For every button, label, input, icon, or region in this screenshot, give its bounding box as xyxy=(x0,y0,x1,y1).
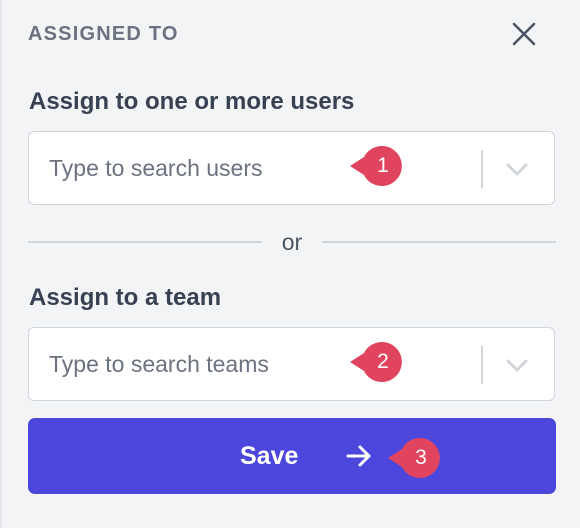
assigned-to-panel: ASSIGNED TO Assign to one or more users … xyxy=(0,0,580,528)
save-button[interactable]: Save xyxy=(28,418,556,494)
chevron-down-icon xyxy=(506,163,528,176)
users-search-input[interactable] xyxy=(49,132,469,204)
divider-line-left xyxy=(28,241,262,243)
arrow-right-icon xyxy=(346,445,371,467)
panel-title: ASSIGNED TO xyxy=(28,23,179,45)
assign-team-label: Assign to a team xyxy=(29,284,222,311)
select-separator xyxy=(481,346,483,384)
annotation-badge-1: 1 xyxy=(350,144,402,188)
annotation-number: 1 xyxy=(377,154,389,177)
save-button-label: Save xyxy=(240,442,299,470)
divider-line-right xyxy=(322,241,556,243)
close-button[interactable] xyxy=(508,18,540,50)
annotation-number: 2 xyxy=(377,350,389,373)
teams-dropdown-toggle[interactable] xyxy=(503,352,531,378)
close-icon xyxy=(512,22,536,46)
assign-users-label: Assign to one or more users xyxy=(29,88,355,115)
select-separator xyxy=(481,150,483,188)
chevron-down-icon xyxy=(506,359,528,372)
teams-search-input[interactable] xyxy=(49,328,469,400)
annotation-number: 3 xyxy=(415,446,427,469)
users-dropdown-toggle[interactable] xyxy=(503,156,531,182)
users-select[interactable] xyxy=(28,131,555,205)
divider-or-text: or xyxy=(281,229,303,255)
annotation-badge-3: 3 xyxy=(388,436,440,480)
teams-select[interactable] xyxy=(28,327,555,401)
annotation-badge-2: 2 xyxy=(350,340,402,384)
